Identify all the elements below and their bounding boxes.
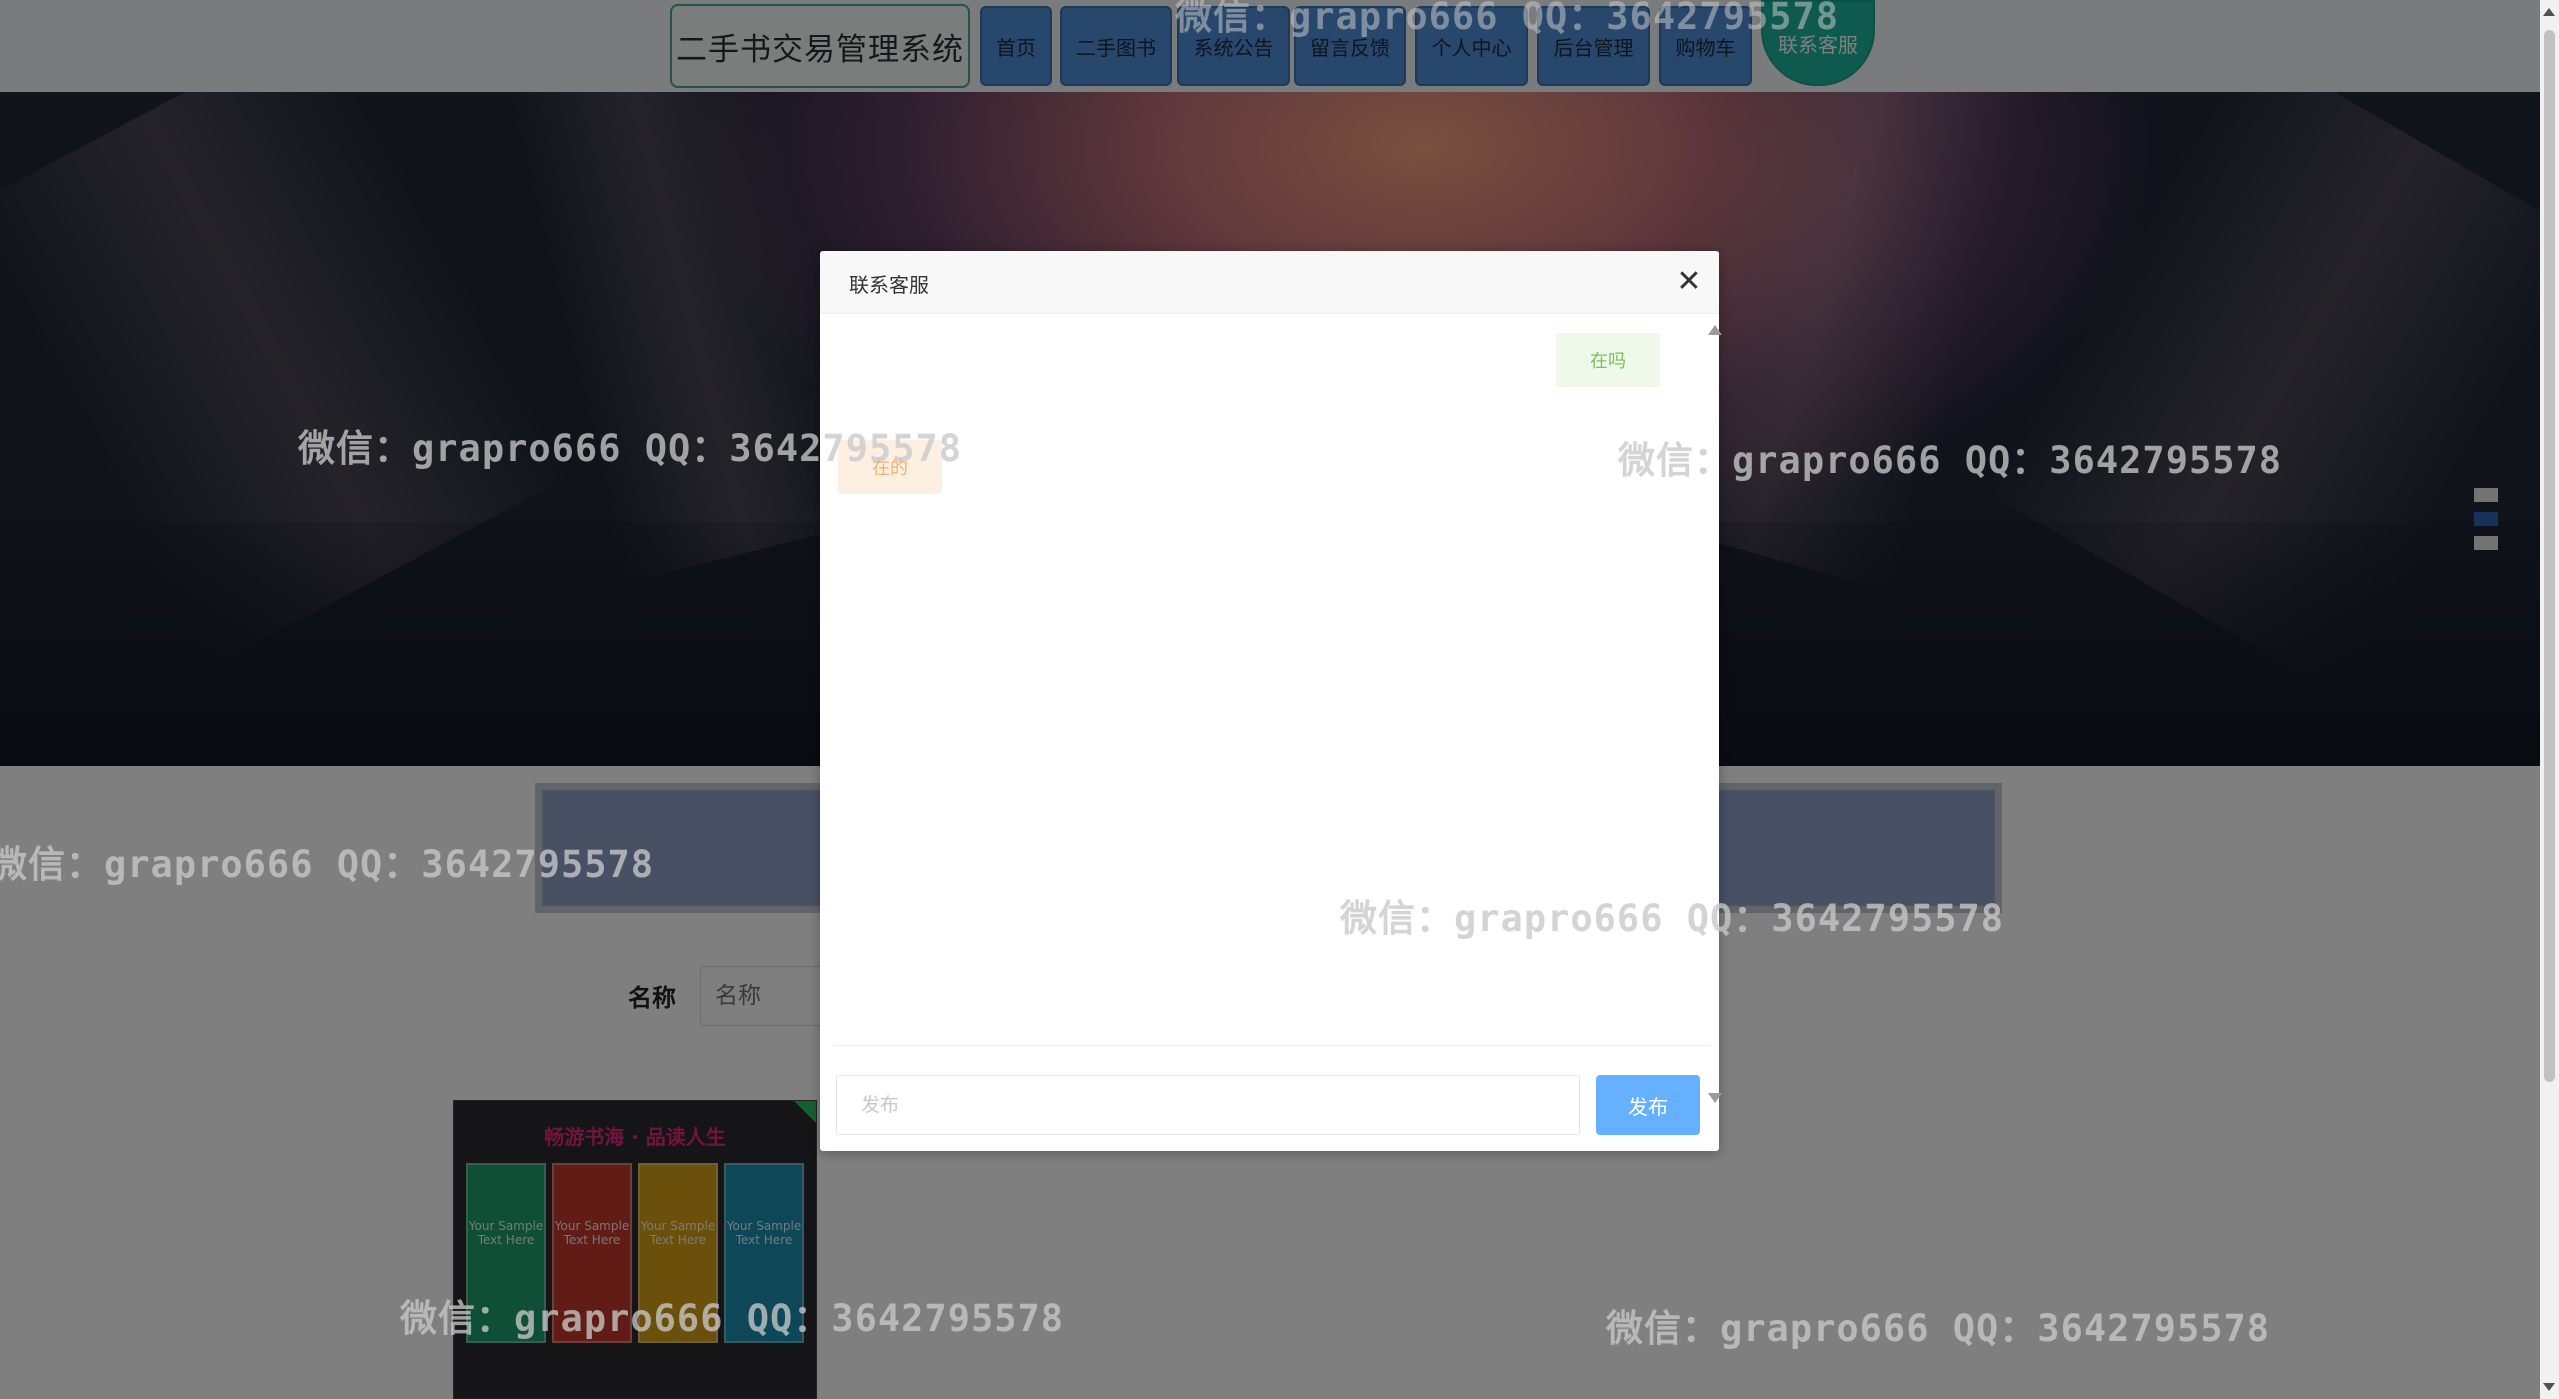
scroll-down-arrow-icon[interactable] xyxy=(2543,1383,2555,1391)
send-button[interactable]: 发布 xyxy=(1596,1075,1700,1135)
chat-message-area[interactable] xyxy=(834,315,1722,1103)
chat-bubble-user: 在吗 xyxy=(1556,333,1660,387)
scroll-up-arrow-icon[interactable] xyxy=(2543,8,2555,16)
close-icon[interactable]: ✕ xyxy=(1672,265,1706,299)
chat-bubble-service: 在的 xyxy=(838,440,942,494)
chat-scroll-down-icon[interactable] xyxy=(1708,1093,1722,1103)
page-scrollbar[interactable] xyxy=(2540,0,2559,1399)
dialog-header: 联系客服 ✕ xyxy=(820,251,1719,314)
app-root: 二手书交易管理系统 首页 二手图书 系统公告 留言反馈 个人中心 后台管理 购物… xyxy=(0,0,2559,1399)
scrollbar-thumb[interactable] xyxy=(2544,30,2555,1082)
dialog-title: 联系客服 xyxy=(849,273,929,297)
chat-scroll-up-icon[interactable] xyxy=(1708,325,1722,335)
chat-message-input[interactable] xyxy=(836,1075,1580,1135)
